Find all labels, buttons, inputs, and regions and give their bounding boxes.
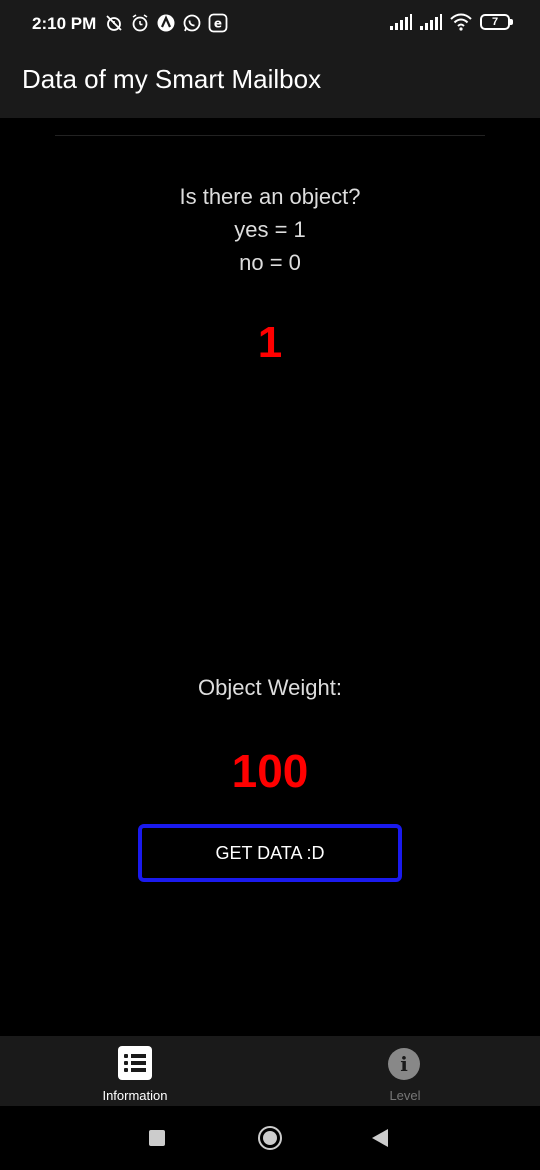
question-no-line: no = 0 [239,250,301,275]
notification-icons: e [104,13,228,33]
wifi-icon [450,13,472,31]
battery-icon: 7 [480,14,513,30]
recent-apps-button[interactable] [149,1130,165,1146]
back-button[interactable] [372,1129,388,1147]
whatsapp-icon [183,14,201,32]
alarm-off-icon [106,15,122,31]
arc-launcher-icon [157,14,175,32]
nav-item-information[interactable]: Information [0,1036,270,1106]
app-title: Data of my Smart Mailbox [22,64,322,94]
get-data-button[interactable]: GET DATA :D [138,824,402,882]
question-yes-line: yes = 1 [234,217,306,242]
home-button[interactable] [258,1126,282,1150]
info-icon: i [388,1048,420,1080]
list-icon [118,1046,152,1080]
e-app-icon: e [208,13,228,33]
nav-label-information: Information [102,1088,168,1103]
svg-text:e: e [214,17,222,31]
system-status-icons: 7 [390,13,513,31]
app-bar: Data of my Smart Mailbox [0,48,540,118]
status-time: 2:10 PM [32,14,97,33]
main-content: Is there an object? yes = 1 no = 0 1 Obj… [0,118,540,1036]
weight-label: Object Weight: [198,675,342,700]
nav-item-level[interactable]: i Level [270,1036,540,1106]
bottom-navigation: Information i Level [0,1036,540,1106]
status-bar: 2:10 PM e 7 [0,0,540,48]
weight-value: 100 [231,745,309,797]
alarm-clock-icon [132,14,148,32]
object-question: Is there an object? yes = 1 no = 0 [0,180,540,279]
system-navigation-bar [0,1106,540,1170]
divider [55,135,485,136]
signal-1-icon [390,14,412,30]
question-line: Is there an object? [179,184,361,209]
signal-2-icon [420,14,442,30]
object-presence-value: 1 [257,318,283,367]
nav-label-level: Level [389,1088,421,1103]
